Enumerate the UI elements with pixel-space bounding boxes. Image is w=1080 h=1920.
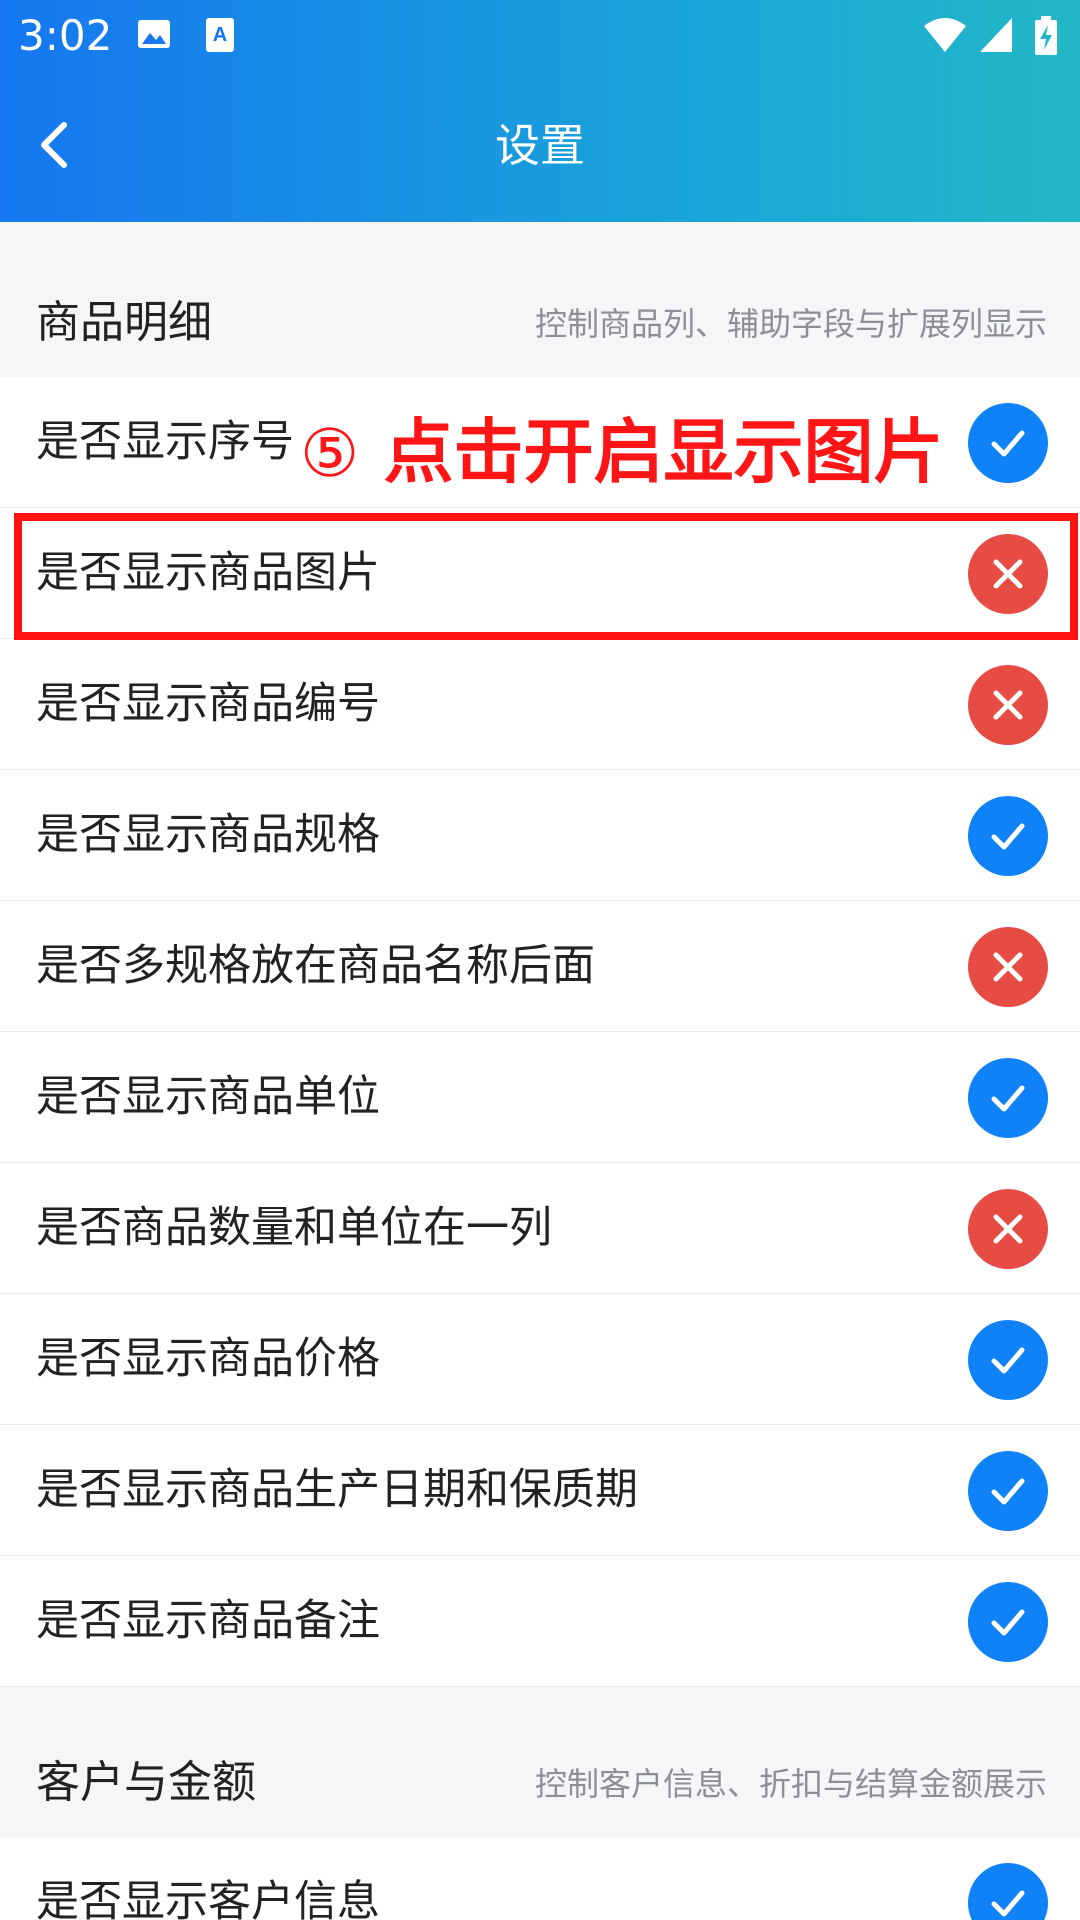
setting-row-multi-spec-after-name[interactable]: 是否多规格放在商品名称后面 xyxy=(0,901,1080,1032)
toggle-off-close-icon[interactable] xyxy=(968,665,1048,745)
toggle-off-close-icon[interactable] xyxy=(968,534,1048,614)
page-title: 设置 xyxy=(494,119,585,172)
setting-label: 是否显示序号 xyxy=(36,417,294,467)
setting-label: 是否显示商品规格 xyxy=(36,810,380,860)
toggle-on-check-icon[interactable] xyxy=(968,403,1048,483)
battery-charging-icon xyxy=(1035,16,1057,55)
status-time: 3:02 xyxy=(18,11,113,60)
setting-label: 是否多规格放在商品名称后面 xyxy=(36,941,595,991)
setting-row-show-product-price[interactable]: 是否显示商品价格 xyxy=(0,1294,1080,1425)
section-title: 商品明细 xyxy=(36,297,212,348)
setting-row-qty-unit-same-column[interactable]: 是否商品数量和单位在一列 xyxy=(0,1163,1080,1294)
setting-label: 是否显示商品价格 xyxy=(36,1334,380,1384)
status-bar: 3:02 A xyxy=(0,0,1080,72)
setting-row-show-production-date[interactable]: 是否显示商品生产日期和保质期 xyxy=(0,1425,1080,1556)
section-description: 控制商品列、辅助字段与扩展列显示 xyxy=(534,305,1047,343)
setting-label: 是否显示商品备注 xyxy=(36,1596,380,1646)
wifi-icon xyxy=(924,18,966,52)
toggle-on-check-icon[interactable] xyxy=(968,796,1048,876)
setting-label: 是否显示商品编号 xyxy=(36,679,380,729)
setting-label: 是否显示客户信息 xyxy=(36,1877,380,1920)
annotation-text: 点击开启显示图片 xyxy=(383,411,944,493)
setting-label: 是否显示商品生产日期和保质期 xyxy=(36,1465,638,1515)
toggle-on-check-icon[interactable] xyxy=(968,1863,1048,1920)
setting-row-show-customer-info[interactable]: 是否显示客户信息 xyxy=(0,1837,1080,1920)
annotation-step-number: ⑤ xyxy=(300,415,360,492)
toggle-on-check-icon[interactable] xyxy=(968,1320,1048,1400)
signal-icon xyxy=(980,18,1012,52)
setting-row-show-product-image[interactable]: 是否显示商品图片 xyxy=(0,508,1080,639)
section-header-customer-amount: 客户与金额 控制客户信息、折扣与结算金额展示 xyxy=(0,1692,1080,1836)
toggle-on-check-icon[interactable] xyxy=(968,1451,1048,1531)
setting-row-show-product-spec[interactable]: 是否显示商品规格 xyxy=(0,770,1080,901)
toggle-on-check-icon[interactable] xyxy=(968,1058,1048,1138)
app-bar: 3:02 A 设置 xyxy=(0,0,1080,222)
svg-text:A: A xyxy=(213,24,227,46)
setting-row-show-product-code[interactable]: 是否显示商品编号 xyxy=(0,639,1080,770)
section-title: 客户与金额 xyxy=(36,1757,256,1808)
setting-row-show-product-unit[interactable]: 是否显示商品单位 xyxy=(0,1032,1080,1163)
toggle-on-check-icon[interactable] xyxy=(968,1582,1048,1662)
setting-label: 是否显示商品图片 xyxy=(36,548,380,598)
section-description: 控制客户信息、折扣与结算金额展示 xyxy=(534,1765,1047,1803)
a-icon: A xyxy=(206,18,234,52)
setting-row-show-product-remark[interactable]: 是否显示商品备注 xyxy=(0,1556,1080,1687)
setting-label: 是否显示商品单位 xyxy=(36,1072,380,1122)
setting-label: 是否商品数量和单位在一列 xyxy=(36,1203,552,1253)
toggle-off-close-icon[interactable] xyxy=(968,1189,1048,1269)
tutorial-annotation: ⑤ 点击开启显示图片 xyxy=(300,410,944,496)
toggle-off-close-icon[interactable] xyxy=(968,927,1048,1007)
section-header-product-details: 商品明细 控制商品列、辅助字段与扩展列显示 xyxy=(0,232,1080,376)
image-icon xyxy=(138,20,170,48)
